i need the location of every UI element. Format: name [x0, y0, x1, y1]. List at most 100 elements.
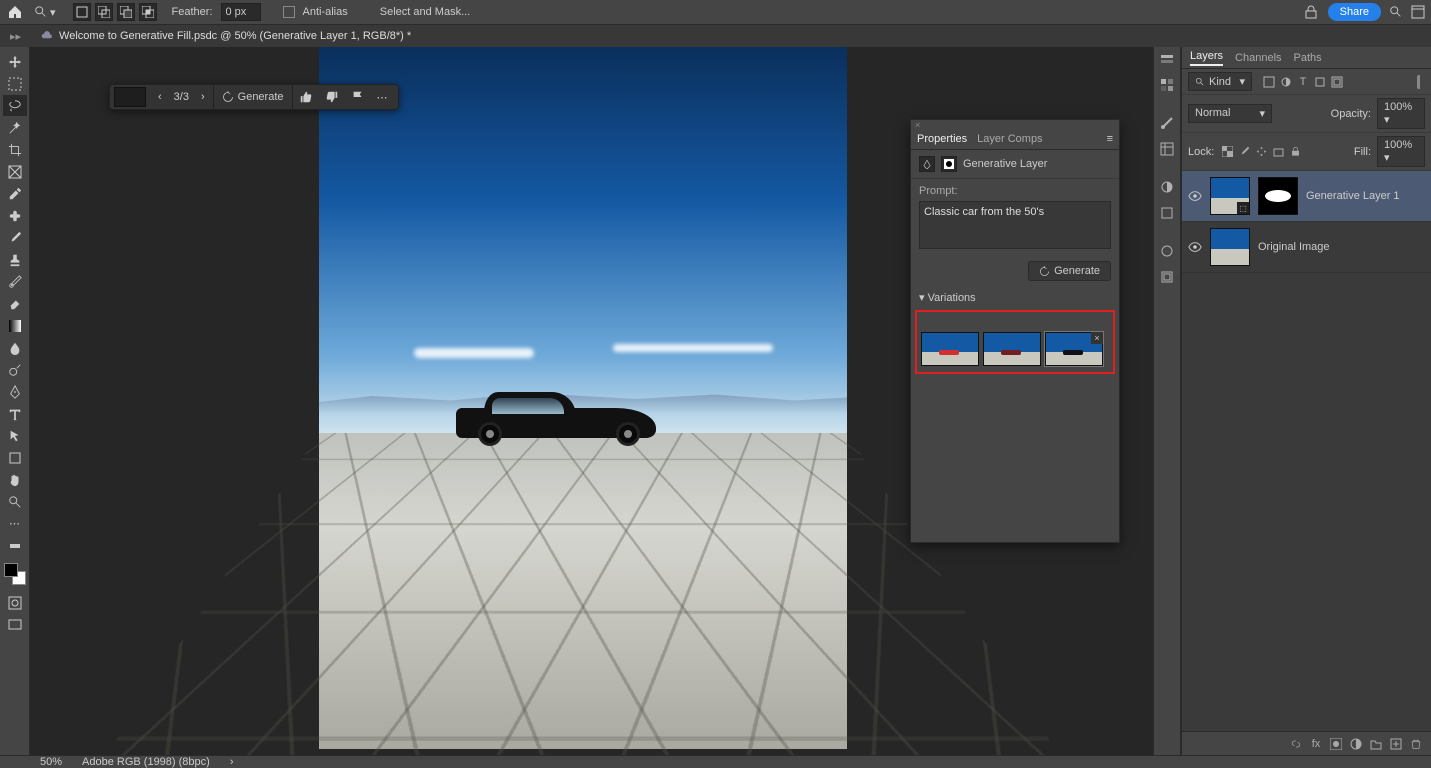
- anti-alias-checkbox[interactable]: [283, 6, 295, 18]
- eraser-tool-icon[interactable]: [3, 293, 27, 314]
- rectangle-tool-icon[interactable]: [3, 447, 27, 468]
- pen-tool-icon[interactable]: [3, 381, 27, 402]
- panel-close-icon[interactable]: ×: [911, 120, 1119, 128]
- variation-thumb-1[interactable]: [921, 332, 979, 366]
- panel-icon-swatches[interactable]: [1157, 75, 1177, 95]
- variations-header[interactable]: ▾ Variations: [911, 287, 1119, 308]
- gradient-tool-icon[interactable]: [3, 315, 27, 336]
- intersect-selection-icon[interactable]: [139, 3, 157, 21]
- layer-thumbnail[interactable]: ⬚: [1210, 177, 1250, 215]
- subtract-selection-icon[interactable]: [117, 3, 135, 21]
- path-select-tool-icon[interactable]: [3, 425, 27, 446]
- share-button[interactable]: Share: [1328, 3, 1381, 21]
- new-selection-icon[interactable]: [73, 3, 91, 21]
- fill-input[interactable]: 100% ▾: [1377, 136, 1425, 167]
- zoom-level[interactable]: 50%: [40, 756, 62, 768]
- thumbs-up-icon[interactable]: [293, 90, 319, 104]
- panel-menu-icon[interactable]: ≡: [1107, 133, 1113, 145]
- prompt-textarea[interactable]: Classic car from the 50's: [919, 201, 1111, 249]
- tabbar-menu-icon[interactable]: ▸▸: [10, 30, 41, 43]
- visibility-icon[interactable]: [1188, 189, 1202, 203]
- filter-shape-icon[interactable]: [1313, 75, 1327, 89]
- select-and-mask-button[interactable]: Select and Mask...: [370, 2, 481, 22]
- delete-layer-icon[interactable]: [1409, 737, 1423, 751]
- flag-icon[interactable]: [345, 90, 371, 104]
- lock-position-icon[interactable]: [1254, 145, 1268, 159]
- layer-name[interactable]: Original Image: [1258, 241, 1330, 253]
- thumbs-down-icon[interactable]: [319, 90, 345, 104]
- panel-icon-libraries[interactable]: [1157, 241, 1177, 261]
- lock-transparency-icon[interactable]: [1220, 145, 1234, 159]
- move-tool-icon[interactable]: [3, 51, 27, 72]
- blur-tool-icon[interactable]: [3, 337, 27, 358]
- type-tool-icon[interactable]: [3, 403, 27, 424]
- layer-row[interactable]: Original Image: [1182, 222, 1431, 273]
- layer-kind-filter[interactable]: Kind▾: [1188, 72, 1252, 91]
- more-tool-icon[interactable]: ⋯: [3, 513, 27, 534]
- tab-layers[interactable]: Layers: [1190, 50, 1223, 66]
- marquee-tool-icon[interactable]: [3, 73, 27, 94]
- variation-thumb-3[interactable]: ×: [1045, 332, 1103, 366]
- filter-type-icon[interactable]: T: [1296, 75, 1310, 89]
- feather-input[interactable]: [221, 3, 261, 21]
- search-icon[interactable]: [1389, 5, 1403, 19]
- filter-toggle-icon[interactable]: [1417, 75, 1425, 89]
- hand-tool-icon[interactable]: [3, 469, 27, 490]
- new-layer-icon[interactable]: [1389, 737, 1403, 751]
- lock-image-icon[interactable]: [1237, 145, 1251, 159]
- filter-adjust-icon[interactable]: [1279, 75, 1293, 89]
- add-selection-icon[interactable]: [95, 3, 113, 21]
- screenmode-icon[interactable]: [3, 614, 27, 635]
- layer-thumbnail[interactable]: [1210, 228, 1250, 266]
- group-icon[interactable]: [1369, 737, 1383, 751]
- tab-paths[interactable]: Paths: [1294, 52, 1322, 64]
- properties-generate-button[interactable]: Generate: [1028, 261, 1111, 281]
- lock-nested-icon[interactable]: [1271, 145, 1285, 159]
- tab-properties[interactable]: Properties: [917, 133, 967, 145]
- prev-variation-icon[interactable]: ‹: [150, 91, 170, 103]
- dodge-tool-icon[interactable]: [3, 359, 27, 380]
- panel-icon-history[interactable]: [1157, 267, 1177, 287]
- tab-layer-comps[interactable]: Layer Comps: [977, 133, 1042, 145]
- document-tab-title[interactable]: Welcome to Generative Fill.psdc @ 50% (G…: [59, 30, 411, 42]
- variation-thumb-2[interactable]: [983, 332, 1041, 366]
- tab-channels[interactable]: Channels: [1235, 52, 1281, 64]
- edit-toolbar-icon[interactable]: [3, 535, 27, 556]
- spot-heal-tool-icon[interactable]: [3, 205, 27, 226]
- stamp-tool-icon[interactable]: [3, 249, 27, 270]
- adjustment-layer-icon[interactable]: [1349, 737, 1363, 751]
- layer-row[interactable]: ⬚ Generative Layer 1: [1182, 171, 1431, 222]
- filter-pixel-icon[interactable]: [1262, 75, 1276, 89]
- panel-icon-gradients[interactable]: [1157, 113, 1177, 133]
- layer-fx-icon[interactable]: fx: [1309, 737, 1323, 751]
- lasso-tool-icon[interactable]: [3, 95, 27, 116]
- next-variation-icon[interactable]: ›: [193, 91, 213, 103]
- link-layers-icon[interactable]: [1289, 737, 1303, 751]
- more-options-icon[interactable]: ⋯: [371, 91, 394, 104]
- quickmask-icon[interactable]: [3, 592, 27, 613]
- layer-mask-icon[interactable]: [1329, 737, 1343, 751]
- home-icon[interactable]: [6, 3, 24, 21]
- cloud-docs-icon[interactable]: [1304, 4, 1320, 20]
- panel-icon-styles[interactable]: [1157, 203, 1177, 223]
- panel-icon-color[interactable]: [1157, 49, 1177, 69]
- history-brush-tool-icon[interactable]: [3, 271, 27, 292]
- crop-tool-icon[interactable]: [3, 139, 27, 160]
- panel-icon-adjustments[interactable]: [1157, 177, 1177, 197]
- delete-variation-icon[interactable]: ×: [1091, 332, 1103, 344]
- prompt-mini-input[interactable]: [114, 87, 146, 107]
- opacity-input[interactable]: 100% ▾: [1377, 98, 1425, 129]
- visibility-icon[interactable]: [1188, 240, 1202, 254]
- layer-mask-thumbnail[interactable]: [1258, 177, 1298, 215]
- doc-info[interactable]: Adobe RGB (1998) (8bpc): [82, 756, 210, 768]
- canvas[interactable]: ‹ 3/3 › Generate ⋯ × Properties Layer Co…: [30, 47, 1153, 755]
- layer-name[interactable]: Generative Layer 1: [1306, 190, 1400, 202]
- doc-info-chevron-icon[interactable]: ›: [230, 756, 234, 768]
- panel-icon-patterns[interactable]: [1157, 139, 1177, 159]
- wand-tool-icon[interactable]: [3, 117, 27, 138]
- zoom-tool-icon[interactable]: [3, 491, 27, 512]
- eyedropper-tool-icon[interactable]: [3, 183, 27, 204]
- frame-tool-icon[interactable]: [3, 161, 27, 182]
- brush-tool-icon[interactable]: [3, 227, 27, 248]
- view-menu[interactable]: ▾: [28, 5, 62, 19]
